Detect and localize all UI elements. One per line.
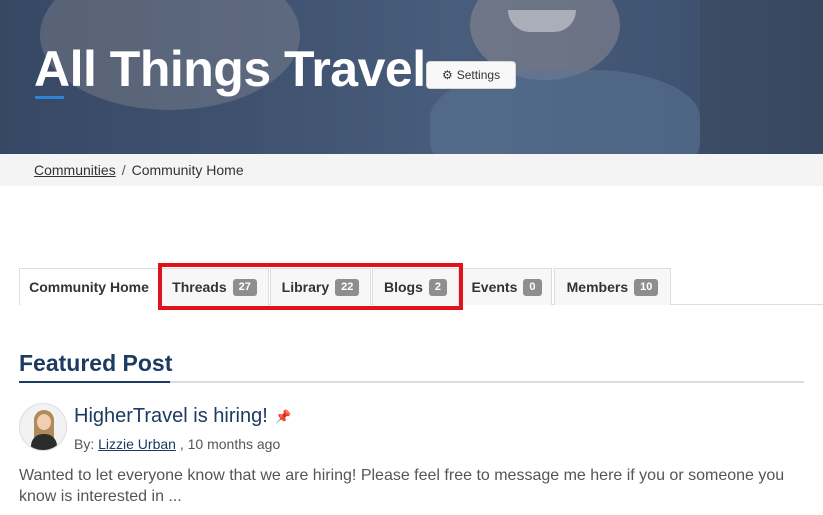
avatar-face <box>37 414 51 430</box>
tab-events[interactable]: Events 0 <box>461 268 552 305</box>
tab-members[interactable]: Members 10 <box>554 268 671 305</box>
tab-count-badge: 0 <box>523 278 542 296</box>
breadcrumb-link-communities[interactable]: Communities <box>34 162 116 178</box>
pin-icon: 📌 <box>275 409 292 424</box>
post-meta: By: Lizzie Urban , 10 months ago <box>74 436 280 452</box>
post-timestamp: , 10 months ago <box>179 436 281 452</box>
breadcrumb-current: Community Home <box>131 162 244 178</box>
post-author-link[interactable]: Lizzie Urban <box>98 436 176 452</box>
breadcrumb: Communities / Community Home <box>34 162 244 178</box>
community-title: All Things Travel <box>34 41 426 97</box>
gear-icon: ⚙ <box>441 68 453 82</box>
settings-label: Settings <box>456 68 501 82</box>
tab-community-home[interactable]: Community Home <box>19 268 159 305</box>
avatar[interactable] <box>19 403 67 451</box>
tab-count-badge: 10 <box>634 278 659 296</box>
post-title-link[interactable]: HigherTravel is hiring! <box>74 405 268 428</box>
featured-post-heading: Featured Post <box>19 350 173 376</box>
settings-button[interactable]: ⚙ Settings <box>426 61 516 89</box>
title-accent-underline <box>35 96 64 99</box>
tab-label: Members <box>566 279 629 295</box>
tab-label: Events <box>471 279 518 295</box>
breadcrumb-separator: / <box>121 162 126 178</box>
post-by-label: By: <box>74 436 95 452</box>
red-highlight-box <box>158 263 463 310</box>
post-excerpt: Wanted to let everyone know that we are … <box>19 467 785 505</box>
avatar-body <box>31 434 57 450</box>
tab-label: Community Home <box>29 279 149 295</box>
featured-divider-accent <box>19 381 170 383</box>
